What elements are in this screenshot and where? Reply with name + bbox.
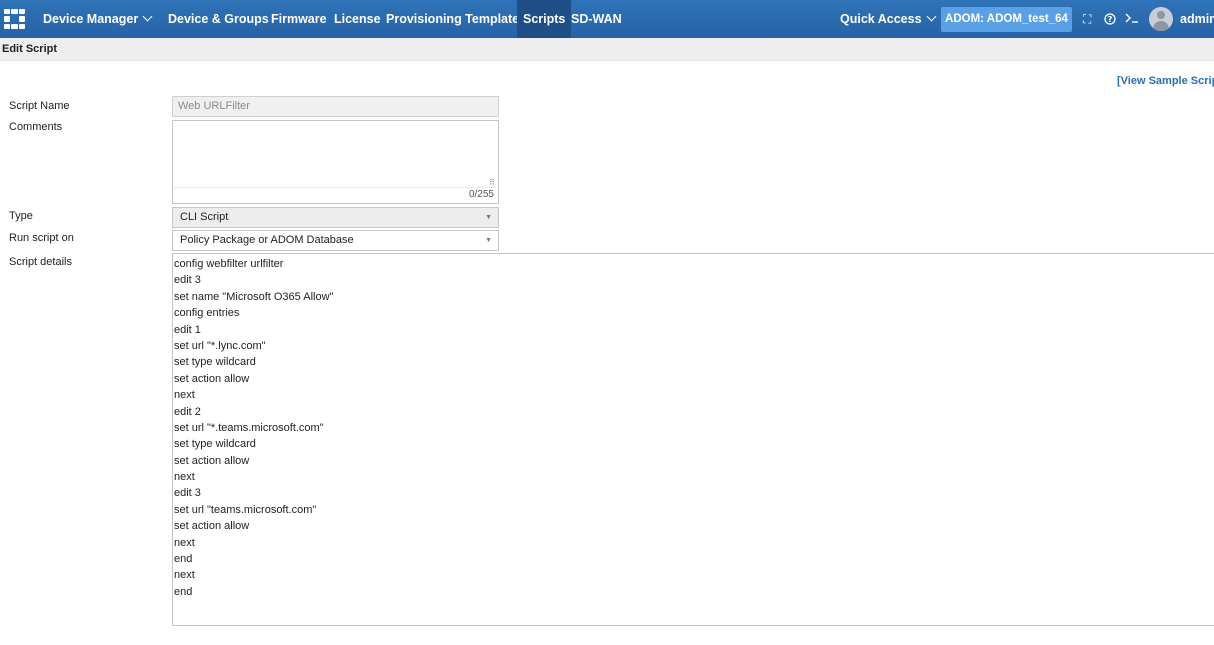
tab-device-groups[interactable]: Device & Groups [168, 0, 269, 38]
comments-label: Comments [9, 121, 63, 133]
script-name-field[interactable]: Web URLFilter [172, 96, 499, 117]
dropdown-arrow-icon: ▼ [485, 214, 492, 221]
tab-sd-wan[interactable]: SD-WAN [571, 0, 622, 38]
run-script-on-value: Policy Package or ADOM Database [180, 234, 354, 246]
script-line: end [174, 553, 193, 566]
run-script-on-label: Run script on [9, 232, 74, 244]
chevron-down-icon [142, 11, 153, 22]
resize-handle-icon[interactable]: ⠿ [489, 178, 495, 187]
fullscreen-icon[interactable]: ⛶ [1083, 0, 1091, 38]
user-name[interactable]: admin [1180, 0, 1214, 38]
comments-textarea[interactable]: ⠿ 0/255 [172, 120, 499, 204]
tab-scripts[interactable]: Scripts [517, 0, 572, 38]
script-name-label: Script Name [9, 100, 70, 112]
svg-text:?: ? [1108, 15, 1113, 24]
script-line: set action allow [174, 372, 250, 385]
view-sample-script-link[interactable]: [View Sample Scrip [1117, 75, 1214, 87]
fortinet-logo-icon[interactable] [4, 9, 25, 29]
chevron-down-icon [926, 11, 936, 22]
type-select[interactable]: CLI Script ▼ [172, 207, 499, 228]
script-line: end [174, 585, 193, 598]
script-line: edit 2 [174, 405, 201, 418]
script-line: next [174, 471, 195, 484]
script-line: next [174, 536, 195, 549]
script-details-label: Script details [9, 256, 72, 268]
script-line: set action allow [174, 454, 250, 467]
tab-firmware[interactable]: Firmware [271, 0, 327, 38]
script-line: set name "Microsoft O365 Allow" [174, 290, 334, 303]
script-line: set url "teams.microsoft.com" [174, 503, 317, 516]
script-line: config webfilter urlfilter [174, 258, 284, 270]
script-line: edit 3 [174, 274, 201, 287]
script-line: edit 3 [174, 487, 201, 500]
quick-access-menu[interactable]: Quick Access [840, 0, 936, 38]
script-details-editor[interactable]: config webfilter urlfilter edit 3 set name… [172, 253, 1214, 626]
help-icon[interactable]: ? [1104, 0, 1116, 38]
quick-access-label: Quick Access [840, 12, 922, 26]
comments-char-counter: 0/255 [468, 189, 494, 200]
cli-console-icon[interactable] [1125, 0, 1139, 38]
comments-text [175, 123, 496, 188]
page-title: Edit Script [0, 38, 1214, 61]
device-manager-menu[interactable]: Device Manager [43, 0, 153, 38]
run-script-on-select[interactable]: Policy Package or ADOM Database ▼ [172, 230, 499, 251]
type-select-value: CLI Script [180, 211, 229, 223]
script-line: config entries [174, 307, 240, 320]
script-line: set type wildcard [174, 438, 256, 451]
script-line: set type wildcard [174, 356, 256, 369]
script-line: set url "*.lync.com" [174, 339, 266, 352]
type-label: Type [9, 210, 33, 222]
script-line: edit 1 [174, 323, 201, 336]
adom-selector-button[interactable]: ADOM: ADOM_test_64 [941, 7, 1072, 32]
script-line: next [174, 389, 195, 402]
script-line: set action allow [174, 520, 250, 533]
user-avatar-icon[interactable] [1149, 7, 1173, 31]
tab-provisioning-templates[interactable]: Provisioning Templates [386, 0, 526, 38]
script-line: set url "*.teams.microsoft.com" [174, 421, 324, 434]
dropdown-arrow-icon: ▼ [485, 237, 492, 244]
top-navigation-bar: Device Manager Device & Groups Firmware … [0, 0, 1214, 38]
tab-license[interactable]: License [334, 0, 381, 38]
device-manager-label: Device Manager [43, 12, 139, 26]
script-line: next [174, 569, 195, 582]
